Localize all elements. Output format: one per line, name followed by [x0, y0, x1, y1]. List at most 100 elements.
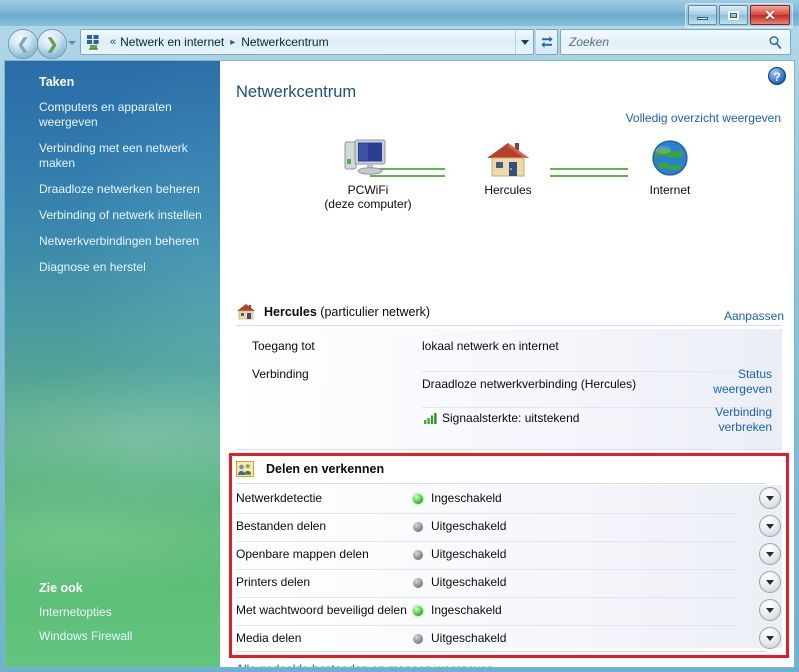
- sharing-row-state-0: Ingeschakeld: [431, 491, 502, 505]
- expand-button-3[interactable]: [759, 571, 781, 593]
- breadcrumb: « Netwerk en internet ▸ Netwerkcentrum: [106, 35, 515, 49]
- breadcrumb-separator-icon[interactable]: ▸: [230, 37, 235, 48]
- maximize-button[interactable]: [719, 5, 748, 25]
- status-indicator-off: [413, 634, 423, 644]
- map-node-internet-label: Internet: [649, 183, 691, 197]
- sharing-row-label-1: Bestanden delen: [236, 519, 327, 533]
- table-row: Netwerkdetectie Ingeschakeld: [236, 485, 782, 513]
- view-shared-files-link[interactable]: Alle gedeelde bestanden en mappen weerge…: [236, 662, 494, 667]
- chevron-down-icon: [766, 580, 774, 585]
- computer-icon: [308, 137, 428, 181]
- breadcrumb-item-1[interactable]: Netwerkcentrum: [241, 35, 328, 49]
- sidebar-item-manage-connections[interactable]: Netwerkverbindingen beheren: [39, 234, 215, 249]
- help-icon[interactable]: ?: [768, 67, 786, 85]
- breadcrumb-item-0[interactable]: Netwerk en internet: [120, 35, 224, 49]
- sharing-header-divider: [236, 483, 766, 484]
- map-node-computer-sublabel: (deze computer): [324, 197, 412, 211]
- chevron-down-icon: [766, 524, 774, 529]
- house-icon: [236, 303, 256, 321]
- back-button[interactable]: ❮: [8, 29, 38, 59]
- address-dropdown-button[interactable]: [515, 30, 533, 54]
- title-bar: ✕: [0, 0, 799, 28]
- status-indicator-on: [413, 494, 423, 504]
- content-pane: ? Netwerkcentrum Volledig overzicht weer…: [220, 61, 794, 667]
- view-status-link[interactable]: Status weergeven: [692, 367, 772, 397]
- table-row: Media delen Uitgeschakeld: [236, 625, 782, 653]
- expand-button-1[interactable]: [759, 515, 781, 537]
- table-row: Printers delen Uitgeschakeld: [236, 569, 782, 597]
- network-section-title: Hercules (particulier netwerk): [264, 305, 430, 319]
- address-bar[interactable]: « Netwerk en internet ▸ Netwerkcentrum: [80, 29, 534, 55]
- minimize-icon: [697, 16, 708, 20]
- table-row: Openbare mappen delen Uitgeschakeld: [236, 541, 782, 569]
- expand-button-5[interactable]: [759, 627, 781, 649]
- chevron-down-icon: [766, 636, 774, 641]
- connection-value: Draadloze netwerkverbinding (Hercules): [422, 377, 637, 391]
- view-full-map-link[interactable]: Volledig overzicht weergeven: [626, 111, 781, 125]
- network-name: Hercules: [264, 305, 317, 319]
- sharing-row-state-4: Ingeschakeld: [431, 603, 502, 617]
- maximize-icon: [728, 10, 739, 20]
- forward-arrow-icon: ❯: [45, 35, 59, 53]
- close-button[interactable]: ✕: [750, 5, 790, 25]
- status-indicator-on: [413, 606, 423, 616]
- sidebar-item-internet-options[interactable]: Internetopties: [39, 605, 215, 620]
- expand-button-4[interactable]: [759, 599, 781, 621]
- sidebar-item-windows-firewall[interactable]: Windows Firewall: [39, 629, 215, 644]
- map-node-computer-label: PCWiFi: [347, 183, 389, 197]
- sidebar-item-view-computers[interactable]: Computers en apparaten weergeven: [39, 100, 215, 130]
- search-box[interactable]: Zoeken: [560, 29, 791, 55]
- sidebar-item-manage-wireless[interactable]: Draadloze netwerken beheren: [39, 182, 215, 197]
- tasks-heading: Taken: [39, 75, 75, 89]
- map-node-router[interactable]: Hercules: [448, 137, 568, 197]
- connection-label: Verbinding: [252, 367, 309, 381]
- refresh-icon: [540, 36, 553, 48]
- sharing-row-state-3: Uitgeschakeld: [431, 575, 507, 589]
- sharing-users-icon: [236, 461, 254, 477]
- network-header-divider: [236, 325, 782, 326]
- sidebar-item-diagnose-repair[interactable]: Diagnose en herstel: [39, 260, 215, 275]
- map-node-router-label: Hercules: [484, 183, 532, 197]
- house-icon: [448, 137, 568, 181]
- breadcrumb-overflow-chevron[interactable]: «: [110, 36, 116, 48]
- sidebar-item-connect-network[interactable]: Verbinding met een netwerk maken: [39, 141, 215, 171]
- access-value: lokaal netwerk en internet: [422, 339, 559, 353]
- navigation-bar: ❮ ❯ « Netwerk en internet ▸ Netwerkcentr…: [0, 26, 799, 60]
- window-controls: ✕: [685, 3, 793, 28]
- close-icon: ✕: [764, 7, 776, 23]
- sharing-row-label-4: Met wachtwoord beveiligd delen: [236, 603, 407, 617]
- sharing-bottom-divider: [236, 651, 766, 652]
- sharing-section-header: Delen en verkennen: [236, 461, 384, 477]
- see-also-section: Zie ook Internetopties Windows Firewall: [39, 581, 215, 653]
- status-indicator-off: [413, 522, 423, 532]
- network-folder-icon: [86, 34, 102, 50]
- window-body: Taken Computers en apparaten weergeven V…: [4, 60, 795, 668]
- chevron-down-icon: [766, 552, 774, 557]
- network-center-window: ✕ ❮ ❯ « Netwerk en internet ▸ Netwerkcen…: [0, 0, 799, 672]
- map-node-computer[interactable]: PCWiFi (deze computer): [308, 137, 428, 211]
- globe-icon: [610, 137, 730, 181]
- forward-button[interactable]: ❯: [37, 29, 67, 59]
- access-label: Toegang tot: [252, 339, 315, 353]
- sidebar-item-setup-connection[interactable]: Verbinding of netwerk instellen: [39, 208, 215, 223]
- refresh-button[interactable]: [536, 29, 558, 55]
- table-row: Met wachtwoord beveiligd delen Ingeschak…: [236, 597, 782, 625]
- search-input[interactable]: Zoeken: [561, 35, 768, 49]
- sharing-row-state-5: Uitgeschakeld: [431, 631, 507, 645]
- disconnect-link[interactable]: Verbinding verbreken: [692, 405, 772, 435]
- map-node-internet[interactable]: Internet: [610, 137, 730, 197]
- signal-bars-icon: [424, 411, 439, 424]
- sharing-row-label-0: Netwerkdetectie: [236, 491, 323, 505]
- chevron-down-icon: [766, 496, 774, 501]
- network-details-panel: Toegang tot lokaal netwerk en internet V…: [236, 329, 782, 449]
- network-map: PCWiFi (deze computer) Hercules Internet: [220, 133, 794, 211]
- see-also-heading: Zie ook: [39, 581, 83, 595]
- network-type: (particulier netwerk): [316, 305, 431, 319]
- history-dropdown-button[interactable]: [68, 41, 76, 45]
- minimize-button[interactable]: [688, 5, 717, 25]
- network-panel-bottom-divider: [236, 449, 782, 450]
- sharing-row-label-5: Media delen: [236, 631, 302, 645]
- expand-button-2[interactable]: [759, 543, 781, 565]
- customize-link[interactable]: Aanpassen: [724, 309, 784, 323]
- expand-button-0[interactable]: [759, 487, 781, 509]
